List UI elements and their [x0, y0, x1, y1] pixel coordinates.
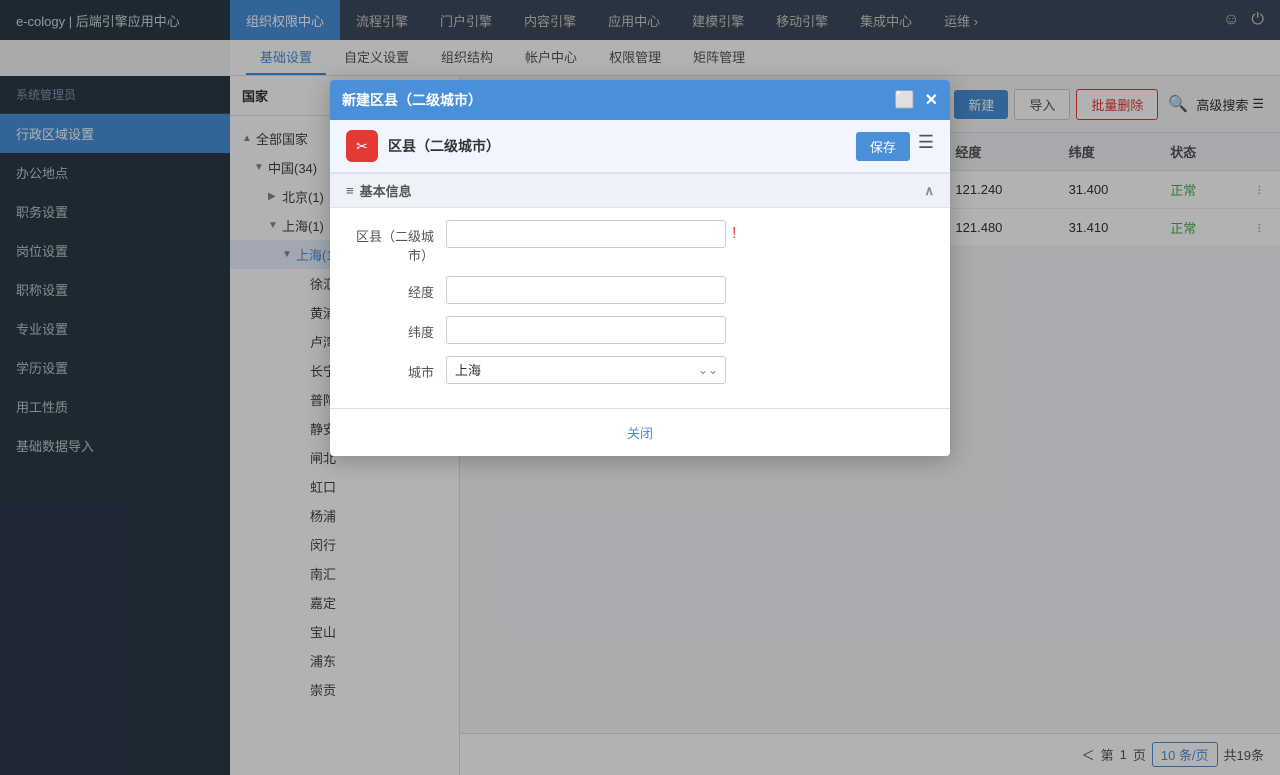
modal-close-icon[interactable]: ✕: [925, 90, 938, 110]
form-label-city: 城市: [346, 356, 446, 381]
modal-header-actions: ⬜ ✕: [895, 90, 938, 110]
form-row-city: 城市 上海 北京 广州 ⌄⌄: [346, 356, 934, 384]
form-row-longitude: 经度: [346, 276, 934, 304]
modal-header: 新建区县（二级城市） ⬜ ✕: [330, 80, 950, 120]
modal-sub-header: ✂ 区县（二级城市） 保存 ☰: [330, 120, 950, 173]
modal-icon-badge: ✂: [346, 130, 378, 162]
input-name[interactable]: [446, 220, 726, 248]
modal-subtitle: 区县（二级城市）: [388, 136, 846, 156]
modal-save-button[interactable]: 保存: [856, 132, 910, 161]
form-row-latitude: 纬度: [346, 316, 934, 344]
modal-form: 区县（二级城市） ! 经度: [330, 208, 950, 408]
required-mark-name: !: [732, 225, 736, 243]
section-icon: ≡: [346, 183, 354, 198]
form-row-name: 区县（二级城市） !: [346, 220, 934, 264]
section-header: ≡ 基本信息 ∧: [330, 173, 950, 208]
city-select-wrapper: 上海 北京 广州 ⌄⌄: [446, 356, 726, 384]
form-field-longitude: [446, 276, 934, 304]
form-label-name: 区县（二级城市）: [346, 220, 446, 264]
input-latitude[interactable]: [446, 316, 726, 344]
modal-toolbar: 保存 ☰: [856, 132, 934, 161]
modal-maximize-icon[interactable]: ⬜: [895, 90, 915, 110]
modal-close-button[interactable]: 关闭: [627, 423, 653, 442]
modal-footer: 关闭: [330, 408, 950, 456]
form-label-longitude: 经度: [346, 276, 446, 301]
modal-overlay: 新建区县（二级城市） ⬜ ✕ ✂ 区县（二级城市） 保存 ☰ ≡ 基本信息 ∧: [0, 0, 1280, 775]
select-city[interactable]: 上海 北京 广州: [446, 356, 726, 384]
modal-form-area: ≡ 基本信息 ∧ 区县（二级城市） !: [330, 173, 950, 408]
input-longitude[interactable]: [446, 276, 726, 304]
form-field-latitude: [446, 316, 934, 344]
form-field-name: !: [446, 220, 934, 248]
collapse-icon[interactable]: ∧: [924, 183, 934, 199]
modal-title: 新建区县（二级城市）: [342, 90, 895, 110]
modal-body: ≡ 基本信息 ∧ 区县（二级城市） !: [330, 173, 950, 408]
form-field-city: 上海 北京 广州 ⌄⌄: [446, 356, 934, 384]
modal-menu-icon[interactable]: ☰: [918, 132, 934, 161]
section-title: 基本信息: [360, 181, 412, 200]
form-label-latitude: 纬度: [346, 316, 446, 341]
modal: 新建区县（二级城市） ⬜ ✕ ✂ 区县（二级城市） 保存 ☰ ≡ 基本信息 ∧: [330, 80, 950, 456]
